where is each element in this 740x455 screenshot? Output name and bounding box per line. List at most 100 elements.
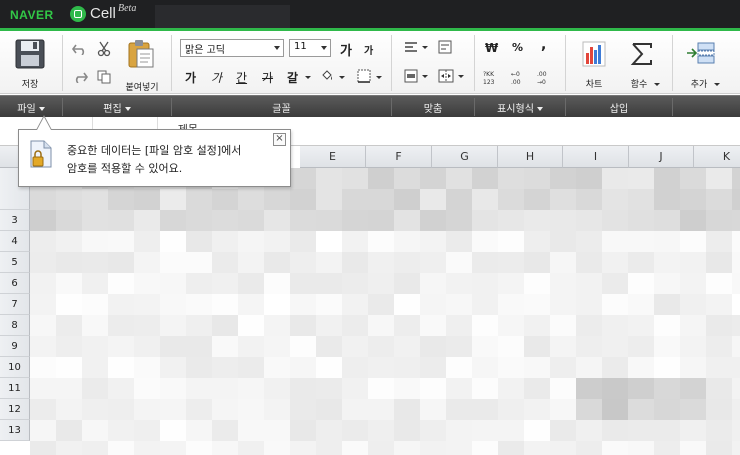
cell[interactable] [368, 441, 394, 455]
cell[interactable] [186, 420, 212, 441]
row-header-9[interactable]: 9 [0, 336, 30, 357]
cell[interactable] [186, 315, 212, 336]
cell[interactable] [290, 441, 316, 455]
cell[interactable] [160, 357, 186, 378]
cell[interactable] [290, 189, 316, 210]
cell[interactable] [498, 357, 524, 378]
cell[interactable] [732, 441, 740, 455]
cell[interactable] [108, 420, 134, 441]
cell[interactable] [212, 399, 238, 420]
cell[interactable] [56, 378, 82, 399]
cell[interactable] [628, 168, 654, 189]
cell[interactable] [498, 252, 524, 273]
cell[interactable] [602, 252, 628, 273]
cell[interactable] [82, 210, 108, 231]
bold-button[interactable]: 가 [185, 69, 196, 86]
cell[interactable] [732, 231, 740, 252]
cell[interactable] [212, 210, 238, 231]
cell[interactable] [524, 441, 550, 455]
cell[interactable] [160, 252, 186, 273]
function-button[interactable]: 함수 [620, 35, 664, 90]
cell[interactable] [30, 441, 56, 455]
decrease-decimal-icon[interactable]: .00→0 [535, 69, 555, 85]
cell[interactable] [420, 273, 446, 294]
cell[interactable] [342, 273, 368, 294]
cell[interactable] [654, 189, 680, 210]
cell[interactable] [706, 420, 732, 441]
cell[interactable] [342, 252, 368, 273]
cell[interactable] [56, 441, 82, 455]
cell[interactable] [316, 210, 342, 231]
cell[interactable] [82, 399, 108, 420]
cell[interactable] [316, 168, 342, 189]
cell[interactable] [732, 420, 740, 441]
cell[interactable] [628, 336, 654, 357]
cell[interactable] [108, 294, 134, 315]
chevron-down-icon[interactable] [422, 75, 428, 78]
cell[interactable] [680, 273, 706, 294]
cell[interactable] [706, 189, 732, 210]
cell[interactable] [472, 378, 498, 399]
cell[interactable] [290, 231, 316, 252]
fill-color-icon[interactable] [320, 69, 334, 83]
cell[interactable] [290, 168, 316, 189]
cell[interactable] [394, 168, 420, 189]
cell[interactable] [342, 315, 368, 336]
cell[interactable] [576, 189, 602, 210]
cell[interactable] [316, 189, 342, 210]
cell[interactable] [524, 189, 550, 210]
wrap-text-icon[interactable] [438, 40, 452, 54]
paste-button[interactable]: 붙여넣기 [122, 37, 162, 93]
column-header-f[interactable]: F [366, 146, 432, 168]
cell[interactable] [368, 315, 394, 336]
cell[interactable] [498, 336, 524, 357]
cell[interactable] [30, 378, 56, 399]
cell[interactable] [290, 420, 316, 441]
cell[interactable] [394, 357, 420, 378]
cell[interactable] [186, 294, 212, 315]
grow-font-button[interactable]: 가 [340, 40, 352, 59]
cell[interactable] [602, 231, 628, 252]
cell[interactable] [524, 294, 550, 315]
cell[interactable] [550, 357, 576, 378]
cell[interactable] [550, 315, 576, 336]
cell[interactable] [706, 294, 732, 315]
cell[interactable] [472, 357, 498, 378]
chart-button[interactable]: 차트 [574, 35, 614, 90]
cell[interactable] [82, 252, 108, 273]
cell[interactable] [394, 420, 420, 441]
cell[interactable] [30, 273, 56, 294]
cell[interactable] [82, 441, 108, 455]
cell[interactable] [680, 231, 706, 252]
cell[interactable] [472, 315, 498, 336]
cell[interactable] [706, 378, 732, 399]
cell[interactable] [368, 336, 394, 357]
chevron-down-icon[interactable] [305, 76, 311, 79]
cell[interactable] [264, 336, 290, 357]
cell[interactable] [550, 168, 576, 189]
cell[interactable] [264, 357, 290, 378]
cell[interactable] [238, 357, 264, 378]
cell[interactable] [550, 399, 576, 420]
cell[interactable] [498, 378, 524, 399]
cell[interactable] [602, 336, 628, 357]
cell[interactable] [316, 273, 342, 294]
cell[interactable] [576, 231, 602, 252]
cell[interactable] [420, 399, 446, 420]
cell[interactable] [472, 252, 498, 273]
cell[interactable] [446, 210, 472, 231]
cell[interactable] [706, 252, 732, 273]
cell[interactable] [82, 420, 108, 441]
cell[interactable] [550, 420, 576, 441]
row-header-7[interactable]: 7 [0, 294, 30, 315]
cell[interactable] [108, 399, 134, 420]
cell[interactable] [160, 231, 186, 252]
cell[interactable] [342, 168, 368, 189]
cell[interactable] [680, 441, 706, 455]
cell[interactable] [680, 168, 706, 189]
cell[interactable] [368, 189, 394, 210]
cell[interactable] [56, 210, 82, 231]
cell[interactable] [316, 378, 342, 399]
vertical-align-icon[interactable] [404, 69, 418, 83]
cell[interactable] [446, 189, 472, 210]
